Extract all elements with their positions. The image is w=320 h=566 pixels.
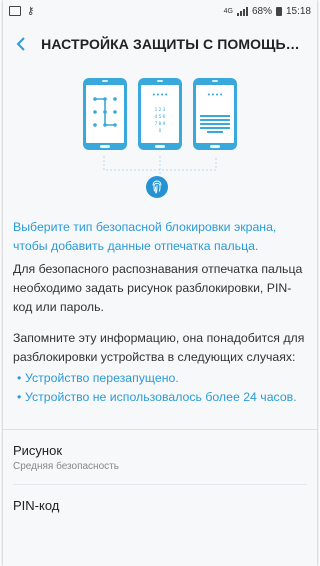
network-type: 4G — [223, 7, 233, 15]
fingerprint-badge — [146, 176, 168, 198]
status-bar: ⚷ 4G 68% 15:18 — [3, 0, 317, 22]
phone-pattern — [83, 78, 127, 150]
svg-text:7 8 9: 7 8 9 — [155, 121, 166, 126]
phone-pin: •••• 1 2 3 4 5 6 7 8 9 0 — [138, 78, 182, 150]
chevron-left-icon — [16, 37, 25, 51]
lead-text: Выберите тип безопасной блокировки экран… — [13, 220, 277, 253]
pin-keypad-icon: •••• 1 2 3 4 5 6 7 8 9 0 — [152, 91, 169, 133]
description-text: Для безопасного распознавания отпечатка … — [13, 262, 303, 314]
instructions: Выберите тип безопасной блокировки экран… — [3, 218, 317, 407]
remember-text: Запомните эту информацию, она понадобитс… — [13, 331, 305, 364]
gallery-notification-icon — [9, 6, 21, 16]
list-item: Устройство не использовалось более 24 ча… — [17, 388, 307, 407]
svg-text:1 2 3: 1 2 3 — [155, 107, 166, 112]
key-notification-icon: ⚷ — [27, 5, 35, 17]
list-item: Устройство перезапущено. — [17, 369, 307, 388]
battery-percent: 68% — [251, 5, 272, 17]
cases-list: Устройство перезапущено. Устройство не и… — [13, 369, 307, 407]
option-pin[interactable]: PIN-код — [3, 485, 317, 525]
back-button[interactable] — [11, 33, 31, 55]
svg-text:••••: •••• — [152, 91, 169, 99]
fingerprint-icon — [152, 180, 162, 194]
page-title: НАСТРОЙКА ЗАЩИТЫ С ПОМОЩЬЮ ОТ... — [41, 36, 309, 52]
svg-text:••••: •••• — [207, 91, 224, 99]
password-keyboard-icon: •••• — [200, 91, 230, 133]
svg-text:0: 0 — [159, 128, 162, 133]
phone-password: •••• — [193, 78, 237, 150]
svg-text:4 5 6: 4 5 6 — [155, 114, 166, 119]
option-subtitle: Средняя безопасность — [13, 461, 119, 472]
option-title: Рисунок — [13, 443, 63, 458]
option-title: PIN-код — [13, 498, 60, 513]
battery-icon — [275, 6, 282, 16]
app-bar: НАСТРОЙКА ЗАЩИТЫ С ПОМОЩЬЮ ОТ... — [3, 22, 317, 66]
clock: 15:18 — [285, 5, 311, 17]
option-pattern[interactable]: Рисунок Средняя безопасность — [3, 430, 317, 484]
screen: ⚷ 4G 68% 15:18 НАСТРОЙКА ЗАЩИТЫ С ПОМОЩЬ… — [3, 0, 317, 566]
pattern-lock-icon — [93, 97, 117, 127]
illustration: •••• 1 2 3 4 5 6 7 8 9 0 •••• — [3, 66, 317, 218]
signal-icon — [236, 6, 248, 16]
